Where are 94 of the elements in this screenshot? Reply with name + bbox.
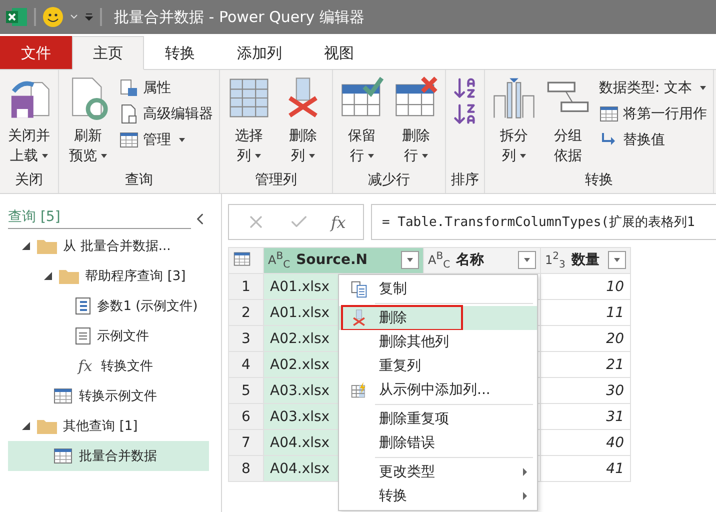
query-tree-item[interactable]: 其他查询 [1] (8, 411, 209, 441)
expanded-arrow-icon (43, 271, 54, 281)
table-icon (119, 130, 139, 150)
group-label: 转换 (584, 171, 614, 190)
row-number: 4 (228, 352, 264, 378)
query-tree-item[interactable]: 参数1 (示例文件) (8, 291, 209, 321)
column-name: Source.N (296, 252, 368, 268)
ribbon-button[interactable]: 关闭并 上载 (4, 74, 54, 168)
menu-item[interactable]: 删除 (339, 306, 537, 330)
menu-item[interactable]: 删除错误 (339, 431, 537, 455)
column-header[interactable]: A$^{B}$$_{C}$ Source.N (264, 248, 424, 274)
folder-icon (59, 268, 80, 284)
list-icon (75, 327, 92, 345)
split-column-icon (492, 76, 536, 120)
row-number: 3 (228, 326, 264, 352)
customize-icon[interactable] (84, 12, 94, 22)
row-number: 6 (228, 404, 264, 430)
chevron-down-icon[interactable] (70, 14, 78, 20)
ribbon-button[interactable]: 拆分 列 (489, 74, 539, 168)
formula-field[interactable]: = Table.TransformColumnTypes(扩展的表格列1 (371, 204, 716, 240)
ribbon-button[interactable]: 数据类型: 文本 (597, 76, 709, 100)
column-name: 数量 (571, 251, 600, 270)
query-tree-item[interactable]: 转换示例文件 (8, 381, 209, 411)
query-tree-item[interactable]: 批量合并数据 (8, 441, 209, 471)
ribbon-button[interactable]: 将第一行用作 (597, 102, 709, 126)
menu-item[interactable]: 重复列 (339, 354, 537, 378)
column-header[interactable]: A$^{B}$$_{C}$ 名称 (424, 248, 540, 274)
ribbon-button[interactable]: 保留 行 (337, 74, 387, 168)
ribbon-button[interactable]: 删除 列 (278, 74, 328, 168)
row-number: 8 (228, 456, 264, 482)
columns-icon (227, 76, 271, 120)
ribbon-button[interactable]: 分组 依据 (543, 74, 593, 168)
ribbon-tab[interactable]: 主页 (72, 36, 144, 70)
copy-icon (350, 280, 368, 298)
row-number: 5 (228, 378, 264, 404)
row-number: 1 (228, 274, 264, 300)
ribbon-button[interactable]: 选择 列 (224, 74, 274, 168)
group-label: 查询 (124, 171, 154, 190)
menu-item[interactable]: 从示例中添加列... (339, 378, 537, 402)
table-icon (53, 386, 74, 406)
table-cell: 20 (540, 326, 630, 352)
pane-title: 查询 [5] (8, 208, 191, 229)
parameter-icon (75, 297, 92, 315)
folder-icon (37, 418, 58, 434)
fx-button[interactable]: fx (330, 212, 346, 232)
query-tree-item[interactable]: 从 批量合并数据... (8, 231, 209, 261)
menu-item[interactable]: 转换 (339, 484, 537, 508)
table-icon (599, 104, 619, 124)
function-glyph: fx (76, 357, 94, 375)
column-header[interactable]: 1$^{2}$$_{3}$ 数量 (540, 248, 630, 274)
group-label: 关闭 (14, 171, 44, 190)
column-name: 名称 (456, 251, 486, 270)
folder-icon (37, 238, 58, 254)
filter-button[interactable] (401, 251, 419, 270)
table-icon (53, 446, 74, 466)
group-label: 减少行 (367, 171, 411, 190)
menu-item[interactable]: 删除其他列 (339, 330, 537, 354)
window-title: 批量合并数据 - Power Query 编辑器 (114, 8, 364, 26)
spreadsheet-logo-icon (6, 7, 28, 27)
group-label: 排序 (450, 171, 480, 190)
group-label: 管理列 (254, 171, 298, 190)
ribbon-button[interactable]: 高级编辑器 (117, 102, 215, 126)
table-cell: 21 (540, 352, 630, 378)
menu-item[interactable]: 更改类型 (339, 460, 537, 484)
table-cell: 10 (540, 274, 630, 300)
ribbon-button[interactable]: 删除 行 (391, 74, 441, 168)
query-tree-item[interactable]: fx 转换文件 (8, 351, 209, 381)
table-cell: 11 (540, 300, 630, 326)
remove-column-icon (350, 309, 368, 327)
filter-button[interactable] (608, 251, 626, 270)
query-tree-item[interactable]: 示例文件 (8, 321, 209, 351)
expanded-arrow-icon (21, 421, 32, 431)
ribbon-button[interactable]: 刷新 预览 (63, 74, 113, 168)
properties-icon (119, 78, 139, 98)
ribbon-button[interactable]: 属性 (117, 76, 215, 100)
table-lightning-icon (350, 381, 368, 399)
table-cell: 31 (540, 404, 630, 430)
row-number: 2 (228, 300, 264, 326)
table-cell: 41 (540, 456, 630, 482)
table-cell: 30 (540, 378, 630, 404)
ribbon-button[interactable]: 替换值 (597, 128, 709, 152)
row-number: 7 (228, 430, 264, 456)
filter-button[interactable] (518, 251, 536, 270)
table-icon (233, 250, 251, 268)
ribbon-button[interactable]: 管理 (117, 128, 215, 152)
table-cell: 40 (540, 430, 630, 456)
expanded-arrow-icon (21, 241, 32, 251)
menu-item[interactable]: 删除重复项 (339, 407, 537, 431)
query-tree-item[interactable]: 帮助程序查询 [3] (8, 261, 209, 291)
document-icon (119, 104, 139, 124)
menu-item[interactable]: 复制 (339, 277, 537, 301)
smiley-icon[interactable] (42, 6, 64, 28)
table-menu-button[interactable] (228, 248, 264, 274)
file-tab[interactable]: 文件 (0, 36, 72, 69)
